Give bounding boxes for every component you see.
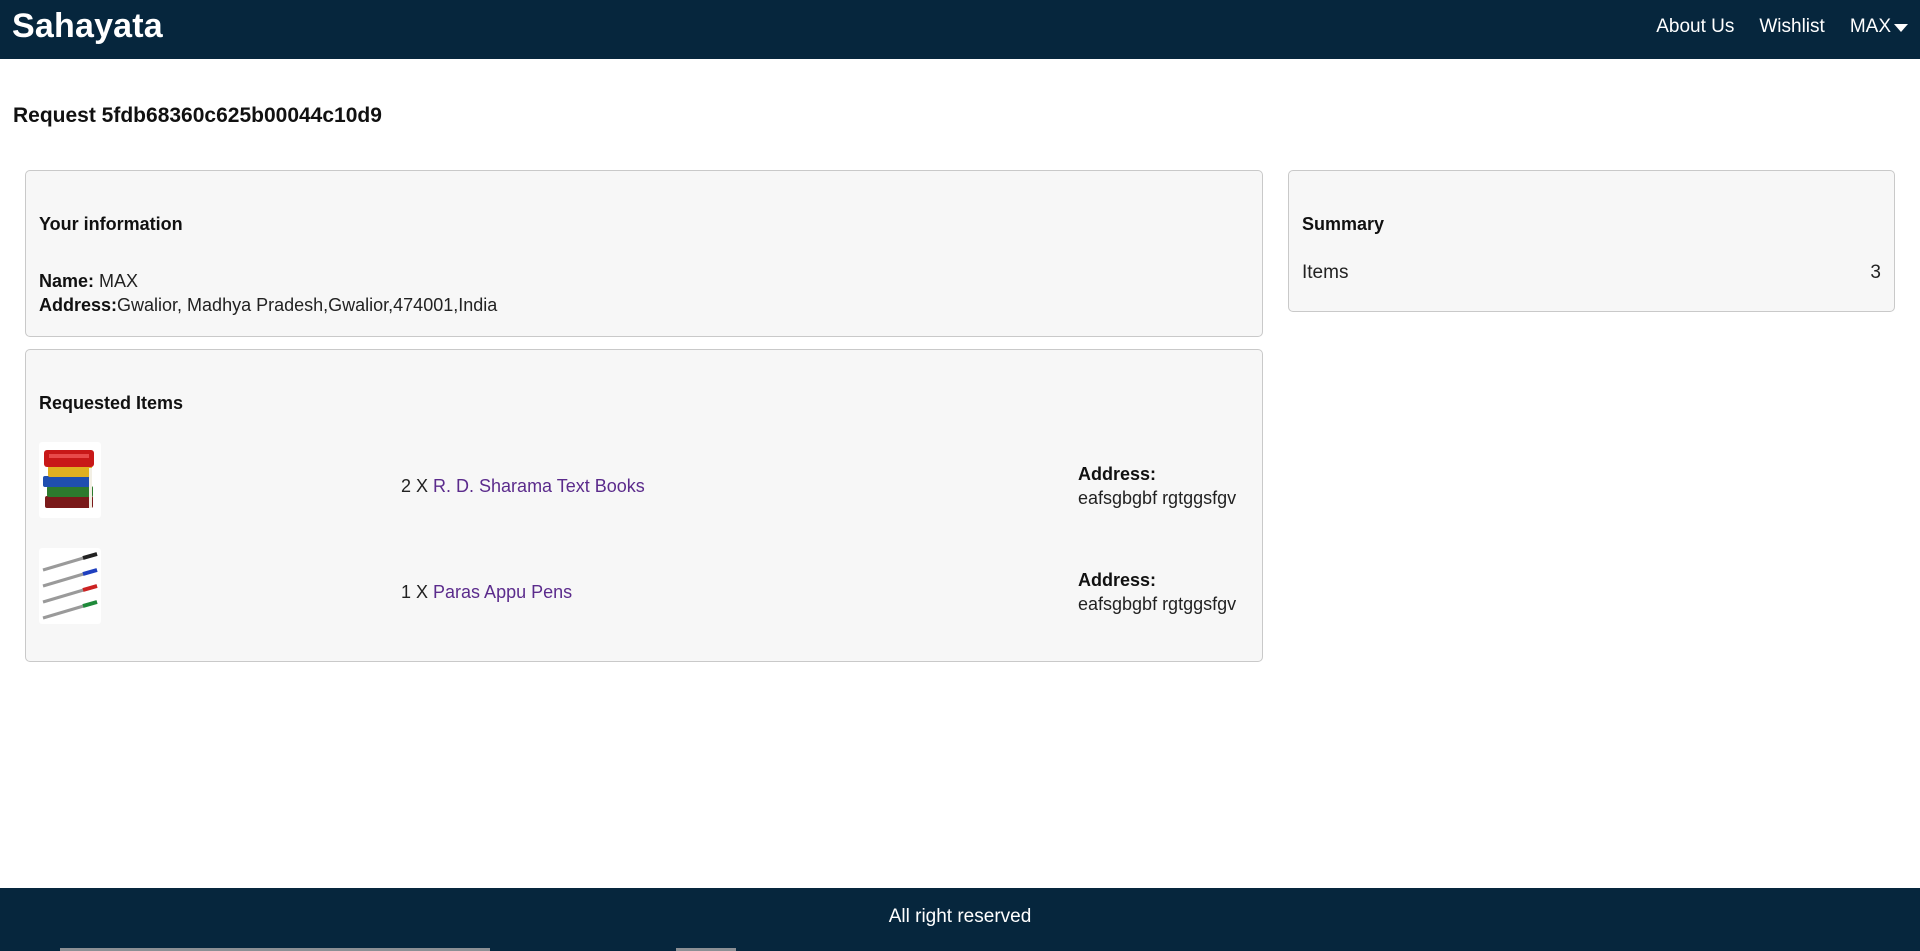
summary-items-row: Items 3 xyxy=(1302,262,1881,284)
item-name-link[interactable]: Paras Appu Pens xyxy=(433,582,572,602)
requested-item-row: 2 X R. D. Sharama Text Books Address: ea… xyxy=(26,442,1262,522)
user-menu-dropdown[interactable]: MAX xyxy=(1850,16,1908,38)
name-value: MAX xyxy=(94,271,139,291)
item-address-label: Address: xyxy=(1078,464,1157,484)
nav-links: About Us Wishlist MAX xyxy=(1656,16,1908,38)
item-quantity: 1 X Paras Appu Pens xyxy=(401,582,572,603)
info-name-line: Name: MAX xyxy=(39,271,138,292)
item-address: Address: eafsgbgbf rgtggsfgv xyxy=(1078,568,1236,616)
summary-items-label: Items xyxy=(1302,262,1349,283)
item-address-value: eafsgbgbf rgtggsfgv xyxy=(1078,594,1237,614)
nav-about-us-link[interactable]: About Us xyxy=(1656,16,1734,38)
page-title: Request 5fdb68360c625b00044c10d9 xyxy=(13,104,382,127)
your-information-heading: Your information xyxy=(39,214,183,234)
user-menu-label: MAX xyxy=(1849,15,1891,37)
summary-card: Summary Items 3 xyxy=(1288,170,1895,312)
summary-heading: Summary xyxy=(1302,214,1385,234)
info-address-line: Address:Gwalior, Madhya Pradesh,Gwalior,… xyxy=(39,295,497,316)
books-icon xyxy=(39,442,101,518)
address-label: Address: xyxy=(39,295,118,315)
item-name-link[interactable]: R. D. Sharama Text Books xyxy=(433,476,645,496)
item-address-label: Address: xyxy=(1078,570,1157,590)
caret-down-icon xyxy=(1894,23,1908,32)
item-address-value: eafsgbgbf rgtggsfgv xyxy=(1078,488,1237,508)
name-label: Name: xyxy=(39,271,95,291)
item-qty-text: 2 X xyxy=(401,476,434,496)
requested-items-heading: Requested Items xyxy=(39,393,184,413)
requested-item-row: 1 X Paras Appu Pens Address: eafsgbgbf r… xyxy=(26,548,1262,628)
brand-logo[interactable]: Sahayata xyxy=(12,7,163,46)
requested-items-card: Requested Items 2 X R. D. Sharama Text B… xyxy=(25,349,1263,662)
item-qty-text: 1 X xyxy=(401,582,434,602)
nav-wishlist-link[interactable]: Wishlist xyxy=(1759,16,1824,38)
address-value: Gwalior, Madhya Pradesh,Gwalior,474001,I… xyxy=(117,295,498,315)
your-information-card: Your information Name: MAX Address:Gwali… xyxy=(25,170,1263,337)
item-address: Address: eafsgbgbf rgtggsfgv xyxy=(1078,462,1236,510)
pens-icon xyxy=(39,548,101,624)
page-footer: All right reserved xyxy=(0,888,1920,951)
summary-items-count: 3 xyxy=(1870,262,1881,283)
top-navbar: Sahayata About Us Wishlist MAX xyxy=(0,0,1920,59)
footer-text: All right reserved xyxy=(888,905,1032,927)
item-quantity: 2 X R. D. Sharama Text Books xyxy=(401,476,645,497)
